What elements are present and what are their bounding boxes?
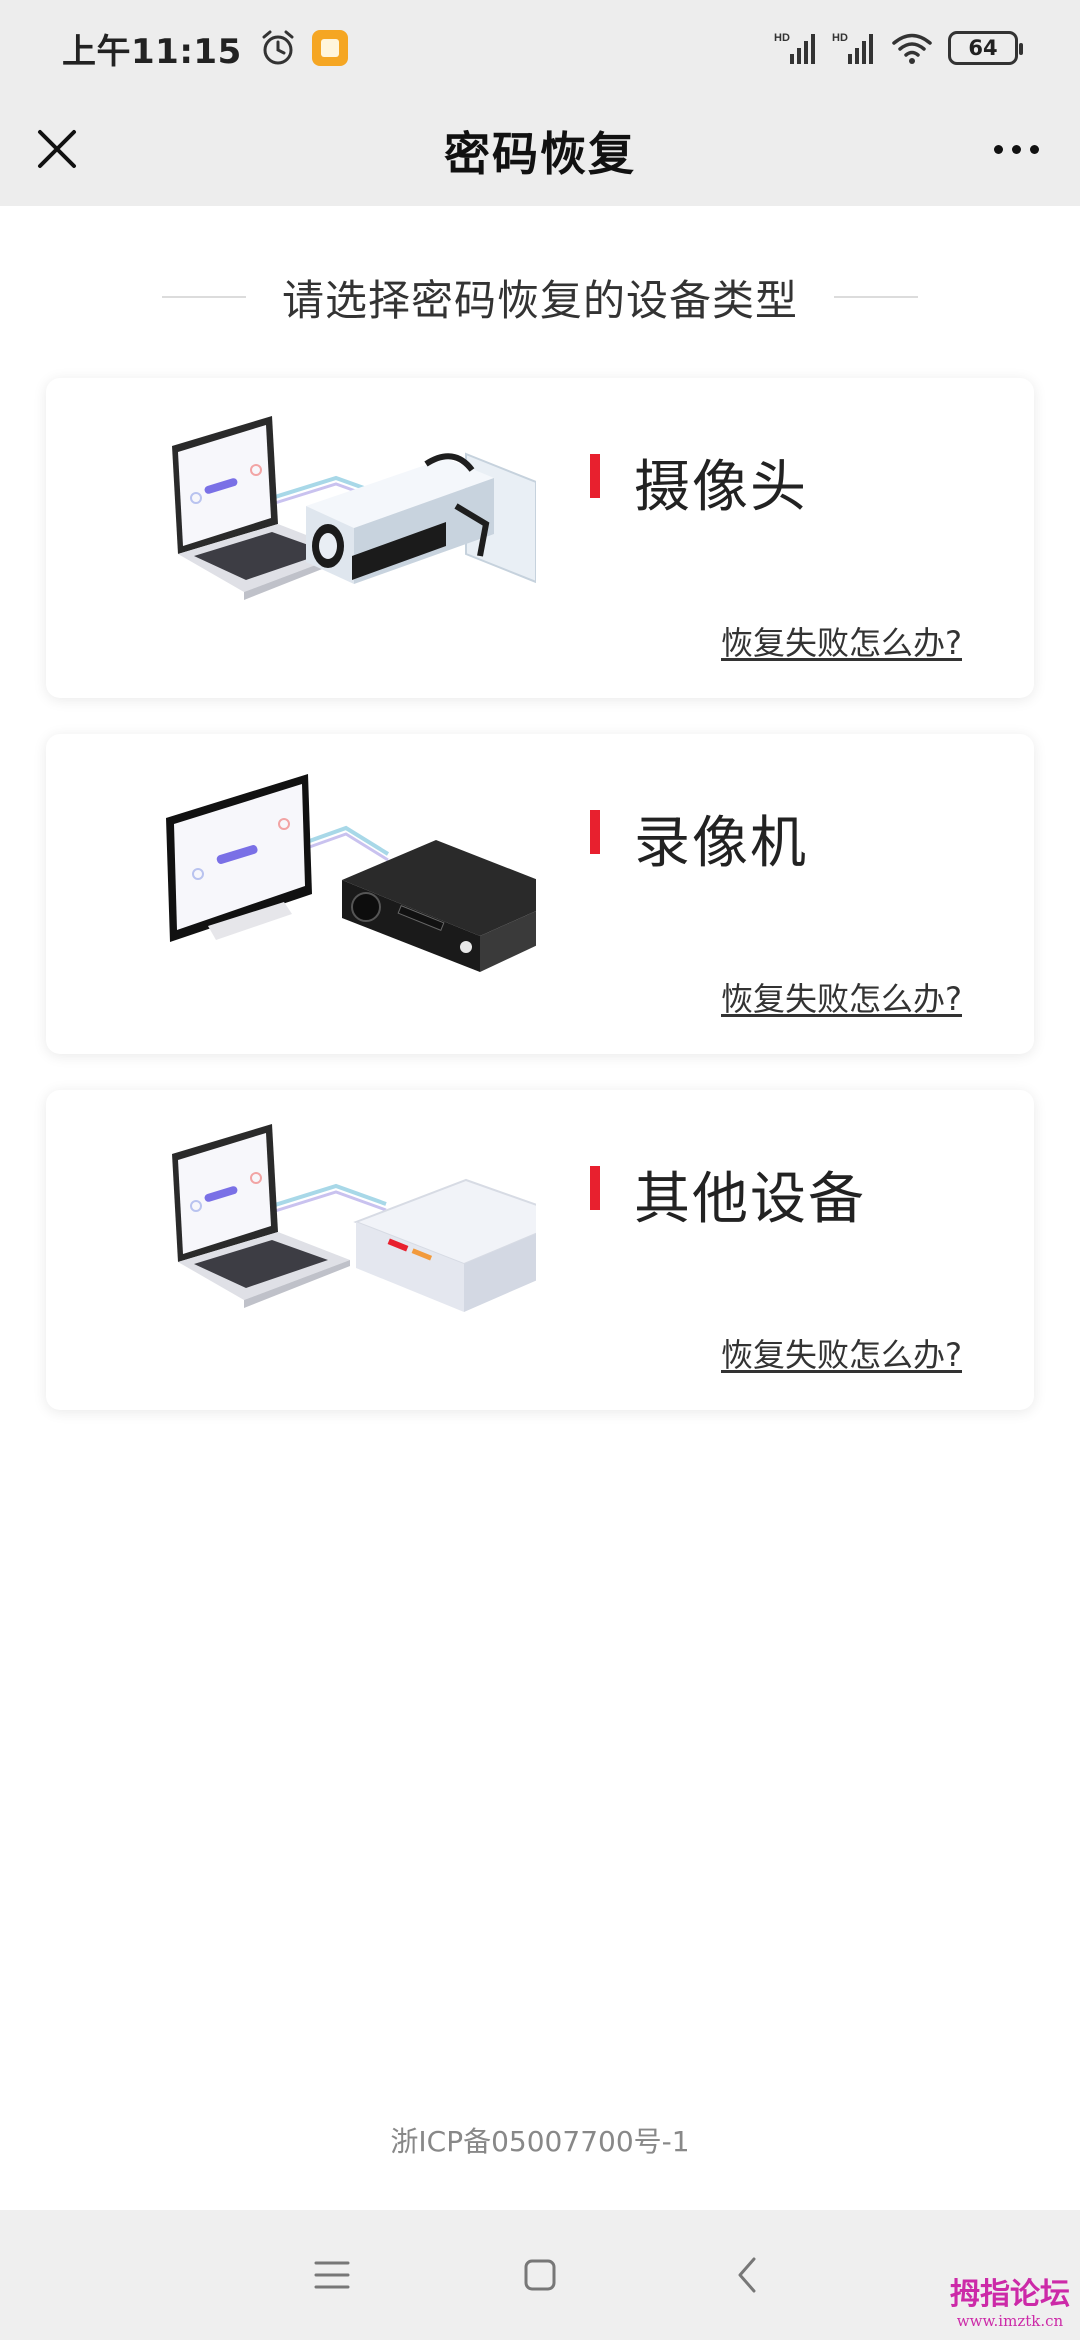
section-heading: 请选择密码恢复的设备类型	[0, 262, 1080, 332]
more-icon[interactable]	[980, 120, 1052, 178]
svg-text:HD: HD	[774, 32, 790, 44]
battery-level: 64	[968, 36, 998, 60]
signal-hd-icon-1: HD	[774, 32, 815, 64]
more-dot	[1029, 144, 1039, 154]
recovery-help-link[interactable]: 恢复失败怎么办?	[721, 1330, 962, 1376]
home-icon[interactable]	[510, 2245, 570, 2305]
gallery-app-icon	[311, 30, 348, 66]
section-heading-text: 请选择密码恢复的设备类型	[281, 275, 798, 325]
accent-bar	[590, 1166, 600, 1210]
device-card-recorder[interactable]: 录像机 恢复失败怎么办?	[46, 734, 1034, 1054]
status-system-icons: HD HD 64	[774, 30, 1023, 66]
device-title: 摄像头	[634, 455, 808, 520]
device-card-other[interactable]: 其他设备 恢复失败怎么办?	[46, 1090, 1034, 1410]
device-title: 录像机	[634, 811, 808, 876]
divider	[834, 296, 918, 298]
recovery-help-link[interactable]: 恢复失败怎么办?	[721, 618, 962, 664]
watermark: 拇指论坛 www.imztk.cn	[950, 2277, 1070, 2331]
device-title: 其他设备	[634, 1167, 866, 1232]
watermark-title: 拇指论坛	[950, 2277, 1070, 2312]
more-dot	[1011, 144, 1021, 154]
signal-hd-icon-2: HD	[832, 32, 873, 64]
close-icon[interactable]	[28, 120, 86, 178]
page: 上午11:15 HD HD 64 密码恢复 请选择密码恢复的设备类型 摄像头 恢…	[0, 0, 1080, 2340]
title-bar: 密码恢复	[0, 96, 1080, 206]
accent-bar	[590, 454, 600, 498]
wifi-icon	[892, 33, 932, 64]
status-time: 上午11:15	[62, 31, 242, 72]
other-device-illustration	[172, 1124, 536, 1312]
device-card-camera[interactable]: 摄像头 恢复失败怎么办?	[46, 378, 1034, 698]
navigation-bar: 拇指论坛 www.imztk.cn	[0, 2210, 1080, 2340]
recorder-illustration	[166, 774, 536, 972]
icp-footer: 浙ICP备05007700号-1	[390, 2125, 690, 2158]
divider	[161, 296, 246, 298]
alarm-icon	[262, 30, 294, 65]
status-bar: 上午11:15 HD HD 64	[0, 0, 1080, 96]
camera-illustration	[172, 416, 536, 600]
more-dot	[993, 144, 1003, 154]
page-title: 密码恢复	[444, 127, 636, 181]
back-icon[interactable]	[718, 2245, 778, 2305]
status-notification-icons	[258, 28, 348, 68]
battery-icon: 64	[948, 31, 1023, 65]
recovery-help-link[interactable]: 恢复失败怎么办?	[721, 974, 962, 1020]
watermark-url: www.imztk.cn	[956, 2312, 1064, 2330]
menu-icon[interactable]	[302, 2245, 362, 2305]
svg-text:HD: HD	[832, 32, 848, 44]
accent-bar	[590, 810, 600, 854]
